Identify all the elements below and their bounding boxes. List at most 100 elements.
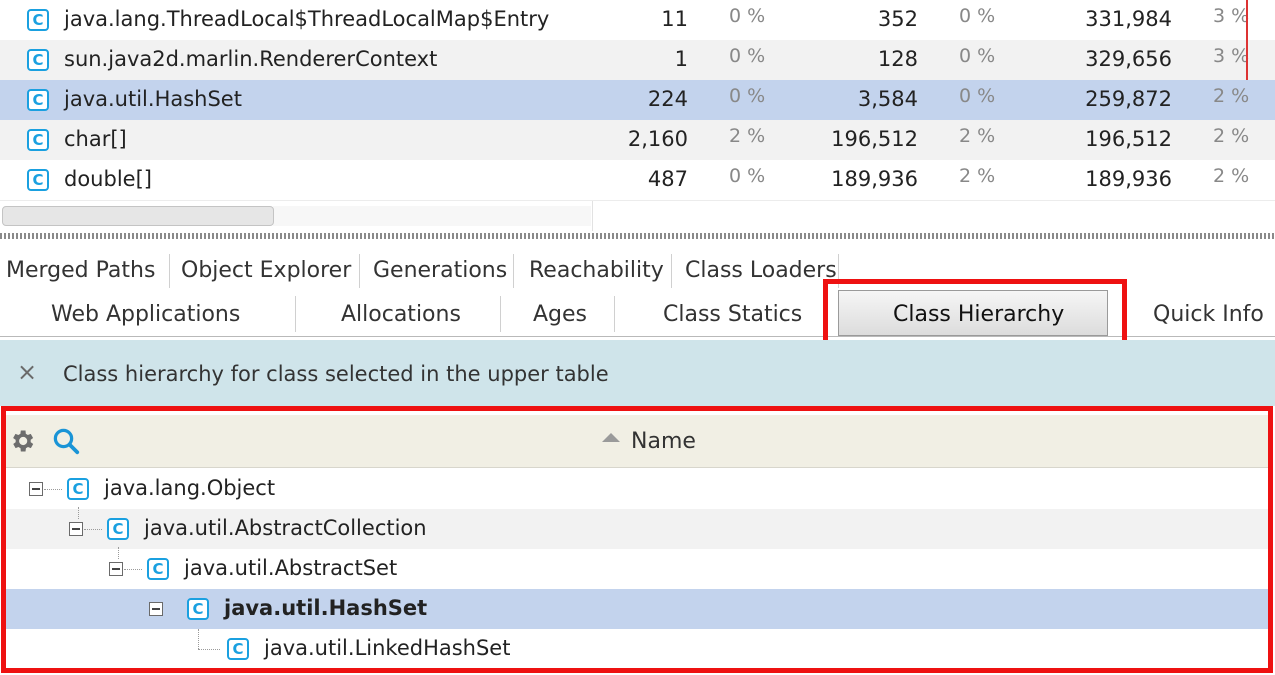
shallow-size: 128: [877, 47, 918, 71]
table-row-selected[interactable]: C java.util.HashSet 224 0 % 3,584 0 % 25…: [0, 80, 1275, 120]
retained-size-percent: 2 %: [1213, 125, 1250, 147]
table-row[interactable]: C sun.java2d.marlin.RendererContext 1 0 …: [0, 40, 1275, 80]
horizontal-scrollbar[interactable]: [0, 200, 1275, 231]
tree-connector: [84, 529, 102, 530]
retained-size: 189,936: [1085, 167, 1172, 191]
info-message: Class hierarchy for class selected in th…: [63, 362, 609, 386]
collapse-toggle[interactable]: [29, 482, 43, 496]
retained-size: 259,872: [1085, 87, 1172, 111]
tab-object-explorer[interactable]: Object Explorer: [181, 258, 351, 283]
tab-allocations[interactable]: Allocations: [341, 302, 461, 327]
tab-class-hierarchy-label: Class Hierarchy: [893, 302, 1065, 327]
shallow-size-percent: 0 %: [959, 85, 996, 107]
shallow-size-percent: 0 %: [959, 5, 996, 27]
retained-size-percent: 2 %: [1213, 85, 1250, 107]
shallow-size: 352: [877, 7, 918, 31]
class-icon: C: [27, 89, 49, 111]
tree-connector: [198, 649, 220, 650]
tree-connector: [44, 489, 62, 490]
tab-separator: [513, 254, 514, 288]
instance-count-percent: 2 %: [729, 125, 766, 147]
close-icon[interactable]: ×: [17, 358, 37, 386]
class-icon: C: [227, 638, 249, 660]
tab-merged-paths[interactable]: Merged Paths: [6, 258, 155, 283]
class-icon: C: [27, 49, 49, 71]
tab-web-applications[interactable]: Web Applications: [51, 302, 240, 327]
gear-icon[interactable]: [8, 427, 36, 459]
search-icon[interactable]: [51, 426, 81, 460]
sort-ascending-icon: [602, 433, 620, 442]
scrollbar-thumb[interactable]: [2, 206, 274, 226]
collapse-toggle[interactable]: [109, 562, 123, 576]
tree-node[interactable]: C java.util.AbstractSet: [5, 547, 1270, 589]
class-icon: C: [27, 9, 49, 31]
retained-size-percent: 3 %: [1213, 5, 1250, 27]
class-icon: C: [107, 518, 129, 540]
tree-node-label: java.util.HashSet: [224, 596, 428, 620]
tree-node[interactable]: C java.lang.Object: [5, 469, 1270, 509]
instance-count-percent: 0 %: [729, 45, 766, 67]
tree-node-label: java.lang.Object: [104, 476, 276, 500]
column-divider: [592, 201, 593, 231]
tab-separator: [671, 254, 672, 288]
retained-bar: [1246, 0, 1248, 40]
splitter-handle[interactable]: [0, 233, 1275, 239]
retained-size: 331,984: [1085, 7, 1172, 31]
instance-count: 487: [647, 167, 688, 191]
tab-generations[interactable]: Generations: [373, 258, 507, 283]
scrollbar-track[interactable]: [273, 206, 591, 226]
tab-class-loaders[interactable]: Class Loaders: [685, 258, 837, 283]
table-row[interactable]: C double[] 487 0 % 189,936 2 % 189,936 2…: [0, 160, 1275, 200]
tab-class-hierarchy[interactable]: Class Hierarchy: [838, 290, 1108, 336]
tree-node-selected[interactable]: C java.util.HashSet: [5, 589, 1270, 629]
instance-count: 2,160: [627, 127, 688, 151]
tree-node-label: java.util.AbstractCollection: [144, 516, 427, 540]
tree-node[interactable]: C java.util.LinkedHashSet: [5, 629, 1270, 669]
class-icon: C: [147, 558, 169, 580]
tab-separator: [614, 296, 615, 332]
table-row[interactable]: C java.lang.ThreadLocal$ThreadLocalMap$E…: [0, 0, 1275, 40]
shallow-size: 196,512: [831, 127, 918, 151]
upper-table: C java.lang.ThreadLocal$ThreadLocalMap$E…: [0, 0, 1275, 200]
shallow-size-percent: 0 %: [959, 45, 996, 67]
tab-baseline: [0, 336, 1275, 337]
shallow-size-percent: 2 %: [959, 125, 996, 147]
tree-node[interactable]: C java.util.AbstractCollection: [5, 507, 1270, 549]
collapse-toggle[interactable]: [69, 522, 83, 536]
tab-quick-info[interactable]: Quick Info: [1153, 302, 1264, 327]
class-name: sun.java2d.marlin.RendererContext: [64, 47, 438, 71]
tab-ages[interactable]: Ages: [533, 302, 587, 327]
retained-size: 196,512: [1085, 127, 1172, 151]
instance-count: 1: [674, 47, 688, 71]
class-name: double[]: [64, 167, 152, 191]
tab-separator: [359, 254, 360, 288]
tab-separator: [838, 254, 839, 288]
tree-connector: [124, 569, 142, 570]
class-name: java.lang.ThreadLocal$ThreadLocalMap$Ent…: [64, 7, 550, 31]
tab-class-statics[interactable]: Class Statics: [663, 302, 802, 327]
retained-size: 329,656: [1085, 47, 1172, 71]
name-column-header[interactable]: Name: [631, 429, 696, 454]
tab-separator: [295, 296, 296, 332]
class-icon: C: [187, 598, 209, 620]
class-icon: C: [27, 129, 49, 151]
collapse-toggle[interactable]: [149, 602, 163, 616]
instance-count-percent: 0 %: [729, 85, 766, 107]
tree-connector: [118, 547, 119, 559]
table-row[interactable]: C char[] 2,160 2 % 196,512 2 % 196,512 2…: [0, 120, 1275, 160]
instance-count-percent: 0 %: [729, 5, 766, 27]
hierarchy-header: Name: [5, 415, 1270, 468]
retained-size-percent: 2 %: [1213, 165, 1250, 187]
class-name: java.util.HashSet: [64, 87, 242, 111]
class-icon: C: [67, 478, 89, 500]
tab-separator: [169, 254, 170, 288]
tab-separator: [500, 296, 501, 332]
tab-reachability[interactable]: Reachability: [529, 258, 664, 283]
instance-count: 11: [661, 7, 688, 31]
retained-bar: [1246, 40, 1248, 80]
info-bar: × Class hierarchy for class selected in …: [0, 340, 1275, 406]
tree-node-label: java.util.AbstractSet: [184, 556, 398, 580]
tree-connector: [78, 507, 79, 519]
retained-size-percent: 3 %: [1213, 45, 1250, 67]
instance-count: 224: [647, 87, 688, 111]
